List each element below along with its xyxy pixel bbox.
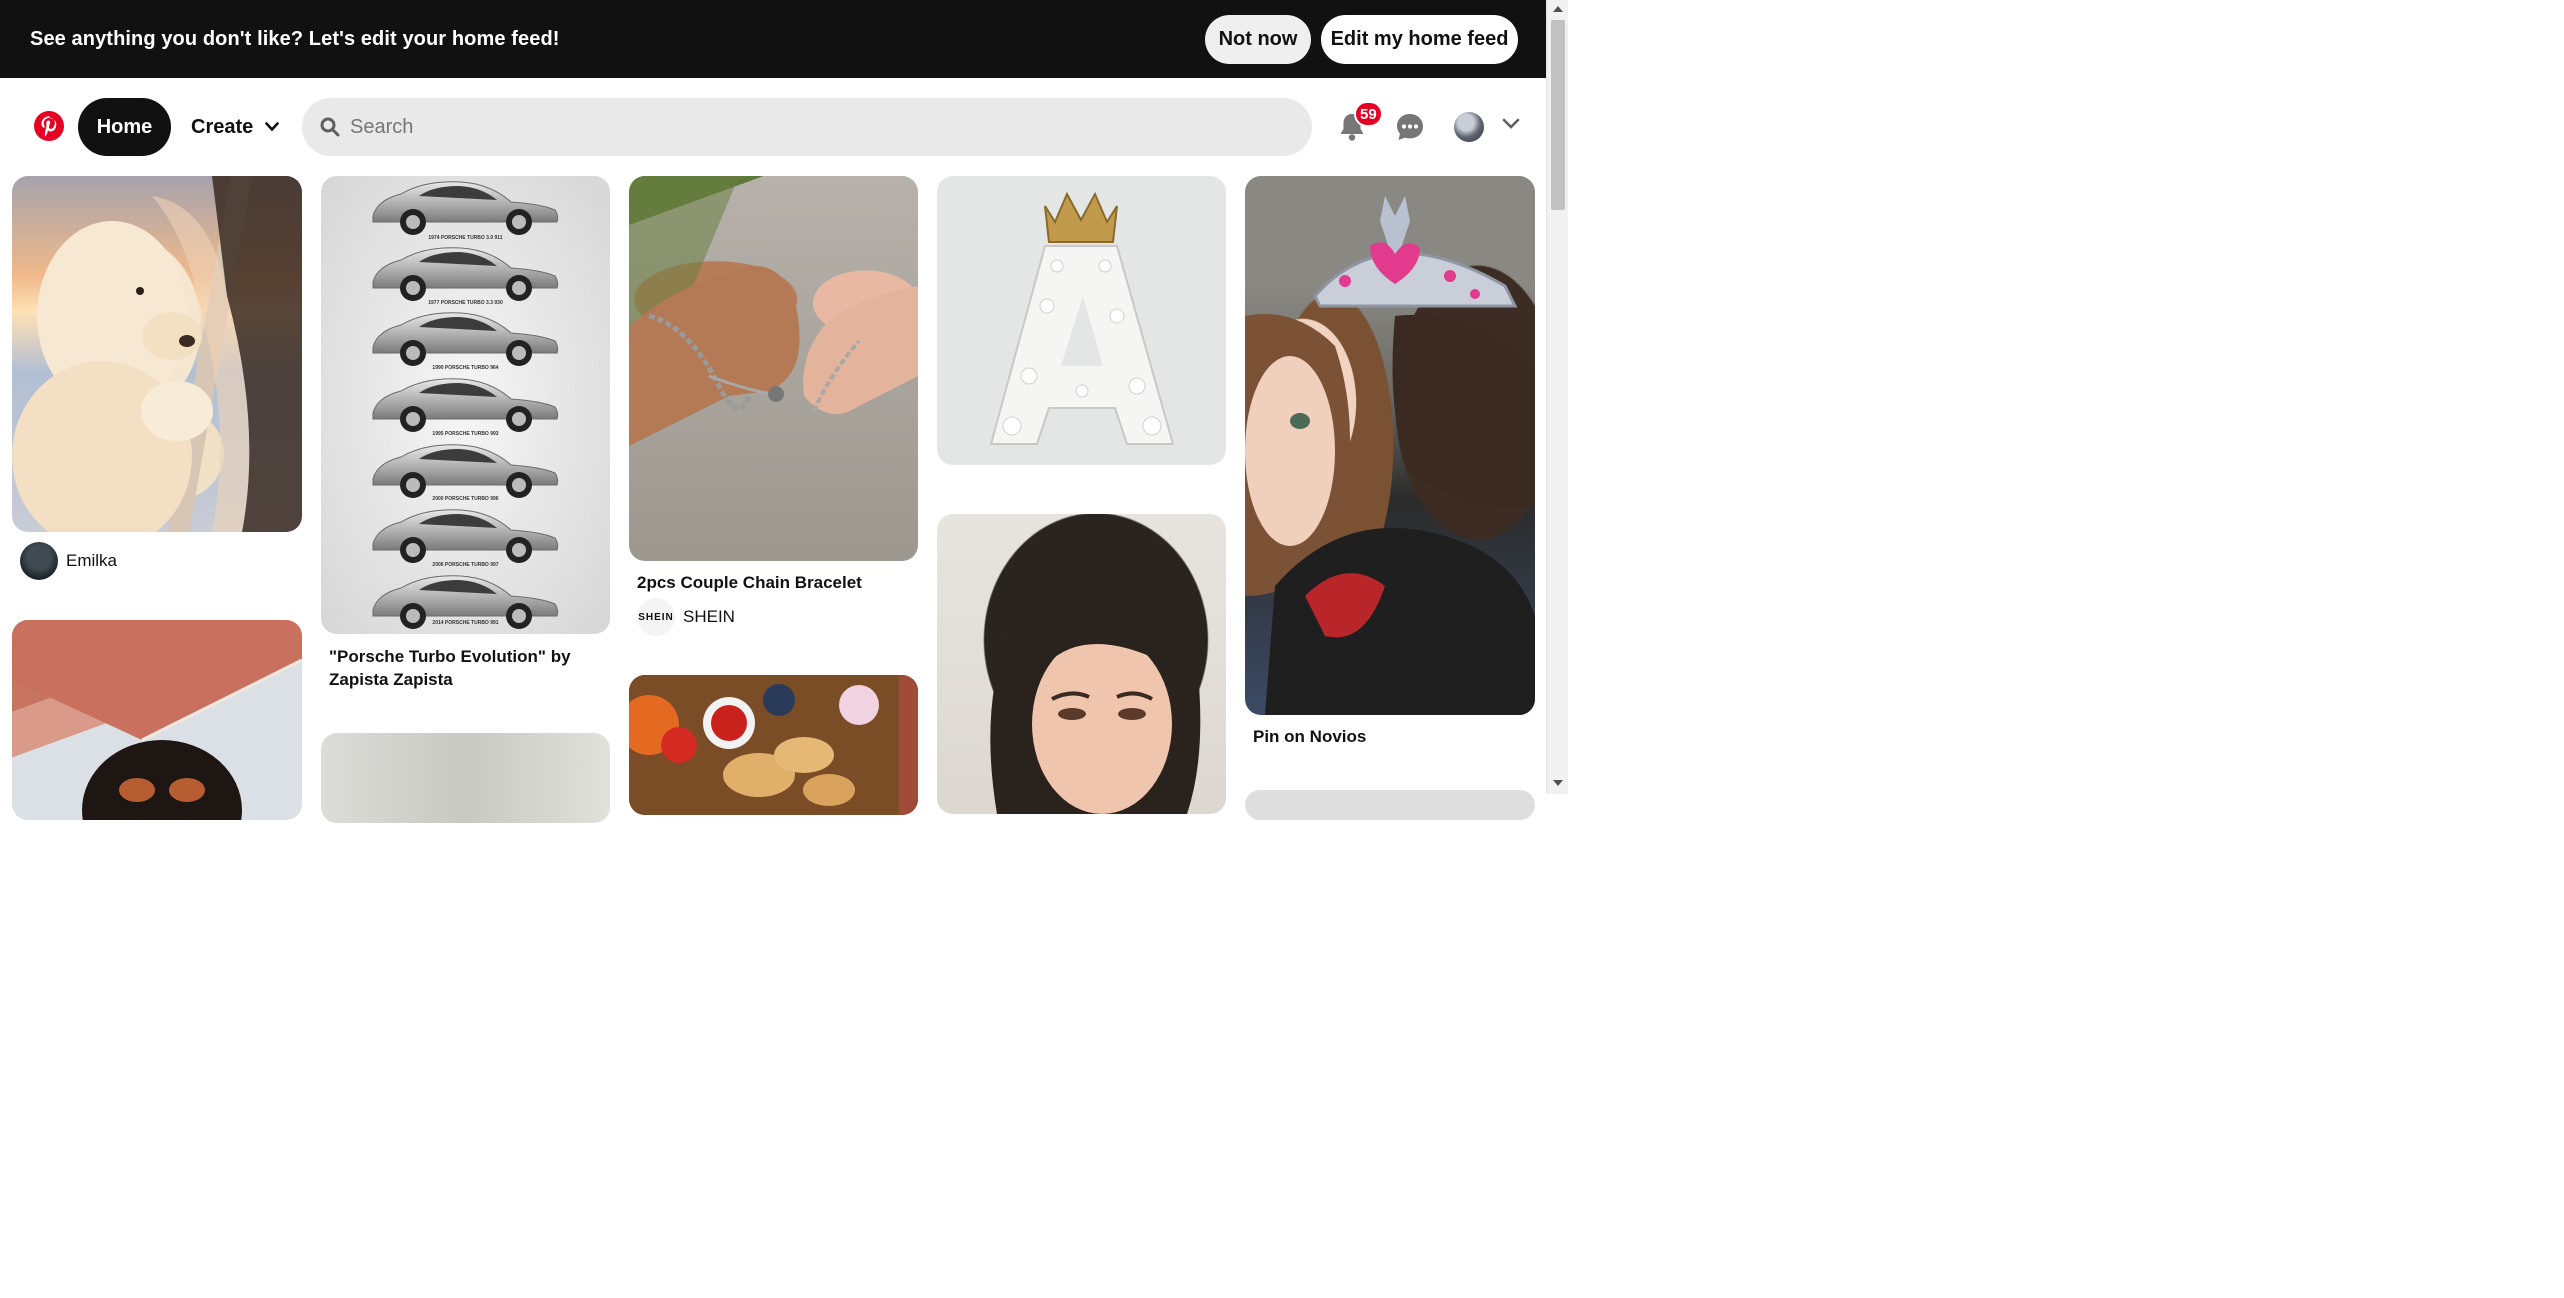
author-name: Emilka [66, 551, 118, 570]
author-name: SHEIN [683, 607, 735, 626]
food-image [629, 675, 918, 815]
pearl-letter-image [989, 191, 1175, 445]
pin-food-board[interactable] [629, 675, 918, 815]
scroll-up-arrow-icon[interactable] [1553, 6, 1563, 12]
pin-puppy-umbrella[interactable] [12, 620, 302, 820]
puppy-image [12, 176, 302, 532]
car-caption: 2006 PORSCHE TURBO 997 [432, 562, 499, 568]
page-scrollbar[interactable] [1546, 0, 1568, 794]
search-input[interactable] [350, 115, 1250, 139]
scroll-thumb[interactable] [1551, 20, 1565, 210]
search-icon [320, 117, 340, 137]
user-avatar[interactable] [1454, 112, 1484, 142]
pin-girl-portrait[interactable] [937, 514, 1226, 814]
pin-porsche-evolution[interactable]: 1974 PORSCHE TURBO 3.0 911 1977 PORSCHE … [321, 176, 610, 634]
pin-title-bracelet[interactable]: 2pcs Couple Chain Bracelet [637, 571, 862, 594]
car-caption: 1995 PORSCHE TURBO 993 [432, 431, 499, 437]
car-caption: 1990 PORSCHE TURBO 964 [432, 365, 499, 371]
scroll-down-arrow-icon[interactable] [1553, 780, 1563, 786]
bracelet-image [629, 176, 918, 446]
pin-author-shein[interactable]: SHEIN SHEIN [637, 598, 735, 636]
car-caption: 2000 PORSCHE TURBO 996 [432, 496, 499, 502]
create-menu[interactable]: Create [181, 98, 285, 156]
pin-title-porsche[interactable]: "Porsche Turbo Evolution" by Zapista Zap… [329, 645, 599, 691]
pinterest-logo-icon[interactable] [34, 111, 64, 141]
accounts-chevron-down-icon[interactable] [1502, 118, 1520, 130]
car-caption: 2014 PORSCHE TURBO 991 [432, 620, 499, 626]
pin-title-tiara[interactable]: Pin on Novios [1253, 725, 1366, 748]
edit-home-feed-button[interactable]: Edit my home feed [1321, 15, 1518, 64]
pin-next-partial[interactable] [1245, 790, 1535, 820]
pin-pearl-letter-a[interactable] [937, 176, 1226, 465]
pin-puppy-airplane[interactable] [12, 176, 302, 532]
edit-feed-banner: See anything you don't like? Let's edit … [0, 0, 1546, 78]
tiara-couple-image [1245, 196, 1535, 715]
not-now-button[interactable]: Not now [1205, 15, 1311, 64]
notification-count-badge: 59 [1354, 101, 1383, 127]
shein-logo: SHEIN [637, 598, 675, 636]
pin-couple-bracelet[interactable] [629, 176, 918, 561]
create-label: Create [191, 115, 254, 138]
car-caption: 1974 PORSCHE TURBO 3.0 911 [428, 235, 503, 241]
car-caption: 1977 PORSCHE TURBO 3.3 930 [428, 300, 503, 306]
pin-author-emilka[interactable]: Emilka [20, 542, 117, 580]
messages-icon[interactable] [1394, 111, 1426, 143]
puppy-umbrella-image [12, 620, 302, 820]
chevron-down-icon [265, 122, 280, 132]
top-navigation: Home Create 59 [0, 78, 1546, 176]
home-tab[interactable]: Home [78, 98, 171, 156]
girl-portrait-image [990, 552, 1201, 814]
banner-message: See anything you don't like? Let's edit … [30, 27, 560, 50]
search-bar[interactable] [302, 98, 1312, 156]
author-avatar [20, 542, 58, 580]
pin-tiara-couple[interactable] [1245, 176, 1535, 715]
pin-gray[interactable] [321, 733, 610, 823]
